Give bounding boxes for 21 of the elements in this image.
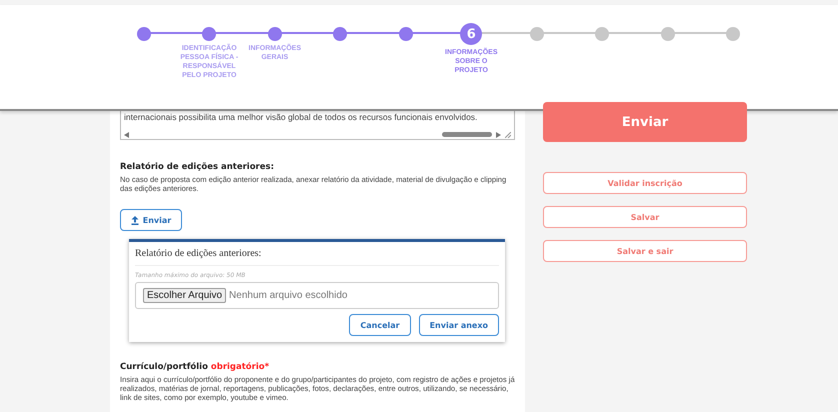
text-area[interactable]: internacionais possibilita uma melhor visão global de todos os recursos funcionais envolvidos.	[120, 111, 515, 140]
upload-icon	[130, 216, 139, 224]
choose-file-button[interactable]: Escolher Arquivo	[143, 288, 226, 303]
scrollbar-thumb[interactable]	[442, 132, 492, 137]
section-heading: Currículo/portfólio obrigatório*	[120, 362, 270, 372]
section-heading: Relatório de edições anteriores:	[120, 162, 275, 172]
action-button[interactable]: Salvar e sair	[543, 240, 747, 262]
resize-grip-icon[interactable]	[505, 132, 511, 138]
dialog-button[interactable]: Enviar anexo	[418, 314, 499, 336]
action-button[interactable]: Salvar	[543, 206, 747, 228]
scroll-right-icon[interactable]	[496, 132, 501, 138]
scroll-left-icon[interactable]	[124, 132, 129, 138]
upload-button[interactable]: Enviar	[120, 209, 182, 231]
dialog-title: Relatório de edições anteriores:	[135, 246, 499, 266]
file-input[interactable]: Escolher Arquivo Nenhum arquivo escolhido	[135, 282, 499, 309]
submit-button[interactable]: Enviar	[543, 102, 747, 142]
file-status: Nenhum arquivo escolhido	[229, 290, 348, 301]
upload-label: Enviar	[142, 216, 172, 224]
dialog-button[interactable]: Cancelar	[349, 314, 411, 336]
action-button[interactable]: Validar inscrição	[543, 172, 747, 194]
step-dot: 6	[460, 23, 482, 45]
